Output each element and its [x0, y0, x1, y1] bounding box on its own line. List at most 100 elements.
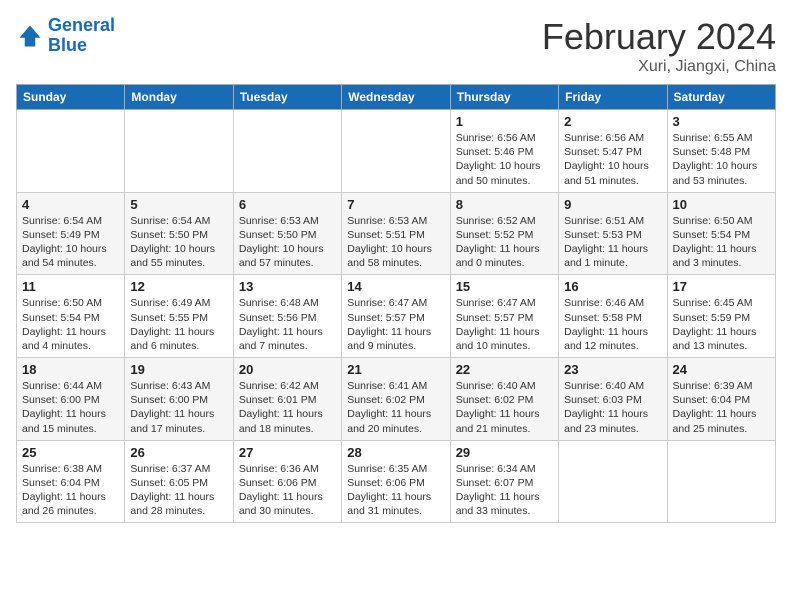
- calendar-cell: 5 Sunrise: 6:54 AM Sunset: 5:50 PM Daylig…: [125, 192, 233, 275]
- weekday-header-monday: Monday: [125, 85, 233, 110]
- day-info: Sunrise: 6:49 AM Sunset: 5:55 PM Dayligh…: [130, 296, 227, 353]
- location: Xuri, Jiangxi, China: [542, 58, 776, 76]
- day-number: 18: [22, 362, 119, 377]
- calendar-week-row: 4 Sunrise: 6:54 AM Sunset: 5:49 PM Daylig…: [17, 192, 776, 275]
- day-info: Sunrise: 6:52 AM Sunset: 5:52 PM Dayligh…: [456, 214, 553, 271]
- day-info: Sunrise: 6:36 AM Sunset: 6:06 PM Dayligh…: [239, 462, 336, 519]
- day-number: 12: [130, 279, 227, 294]
- day-number: 4: [22, 197, 119, 212]
- logo-icon: [16, 22, 44, 50]
- calendar-cell: 8 Sunrise: 6:52 AM Sunset: 5:52 PM Daylig…: [450, 192, 558, 275]
- day-number: 3: [673, 114, 770, 129]
- day-info: Sunrise: 6:44 AM Sunset: 6:00 PM Dayligh…: [22, 379, 119, 436]
- calendar-cell: 27Sunrise: 6:36 AM Sunset: 6:06 PM Dayli…: [233, 440, 341, 523]
- day-number: 19: [130, 362, 227, 377]
- calendar-cell: 11 Sunrise: 6:50 AM Sunset: 5:54 PM Dayli…: [17, 275, 125, 358]
- calendar-cell: 16 Sunrise: 6:46 AM Sunset: 5:58 PM Dayli…: [559, 275, 667, 358]
- calendar-cell: [559, 440, 667, 523]
- calendar-cell: 20 Sunrise: 6:42 AM Sunset: 6:01 PM Dayli…: [233, 358, 341, 441]
- day-number: 26: [130, 445, 227, 460]
- calendar-cell: 25 Sunrise: 6:38 AM Sunset: 6:04 PM Dayli…: [17, 440, 125, 523]
- day-number: 8: [456, 197, 553, 212]
- day-info: Sunrise: 6:35 AM Sunset: 6:06 PM Dayligh…: [347, 462, 444, 519]
- day-number: 29: [456, 445, 553, 460]
- calendar-cell: [342, 110, 450, 193]
- calendar-body: 1Sunrise: 6:56 AM Sunset: 5:46 PM Daylig…: [17, 110, 776, 523]
- calendar-cell: 6 Sunrise: 6:53 AM Sunset: 5:50 PM Daylig…: [233, 192, 341, 275]
- day-info: Sunrise: 6:56 AM Sunset: 5:47 PM Dayligh…: [564, 131, 661, 188]
- day-info: Sunrise: 6:53 AM Sunset: 5:50 PM Dayligh…: [239, 214, 336, 271]
- calendar-week-row: 11 Sunrise: 6:50 AM Sunset: 5:54 PM Dayli…: [17, 275, 776, 358]
- month-title: February 2024: [542, 16, 776, 58]
- calendar-cell: 29 Sunrise: 6:34 AM Sunset: 6:07 PM Dayli…: [450, 440, 558, 523]
- calendar-cell: [233, 110, 341, 193]
- calendar-week-row: 25 Sunrise: 6:38 AM Sunset: 6:04 PM Dayli…: [17, 440, 776, 523]
- day-number: 17: [673, 279, 770, 294]
- calendar-cell: 26 Sunrise: 6:37 AM Sunset: 6:05 PM Dayli…: [125, 440, 233, 523]
- day-number: 6: [239, 197, 336, 212]
- day-info: Sunrise: 6:42 AM Sunset: 6:01 PM Dayligh…: [239, 379, 336, 436]
- calendar-cell: 12 Sunrise: 6:49 AM Sunset: 5:55 PM Dayli…: [125, 275, 233, 358]
- day-info: Sunrise: 6:55 AM Sunset: 5:48 PM Dayligh…: [673, 131, 770, 188]
- day-number: 2: [564, 114, 661, 129]
- calendar-cell: 24 Sunrise: 6:39 AM Sunset: 6:04 PM Dayli…: [667, 358, 775, 441]
- calendar-cell: 23Sunrise: 6:40 AM Sunset: 6:03 PM Dayli…: [559, 358, 667, 441]
- day-number: 20: [239, 362, 336, 377]
- day-number: 11: [22, 279, 119, 294]
- day-number: 25: [22, 445, 119, 460]
- day-info: Sunrise: 6:41 AM Sunset: 6:02 PM Dayligh…: [347, 379, 444, 436]
- calendar-header: SundayMondayTuesdayWednesdayThursdayFrid…: [17, 85, 776, 110]
- calendar-cell: 28Sunrise: 6:35 AM Sunset: 6:06 PM Dayli…: [342, 440, 450, 523]
- day-info: Sunrise: 6:37 AM Sunset: 6:05 PM Dayligh…: [130, 462, 227, 519]
- calendar-cell: 7 Sunrise: 6:53 AM Sunset: 5:51 PM Daylig…: [342, 192, 450, 275]
- day-number: 23: [564, 362, 661, 377]
- calendar-cell: 14Sunrise: 6:47 AM Sunset: 5:57 PM Dayli…: [342, 275, 450, 358]
- day-number: 22: [456, 362, 553, 377]
- day-info: Sunrise: 6:43 AM Sunset: 6:00 PM Dayligh…: [130, 379, 227, 436]
- calendar-table: SundayMondayTuesdayWednesdayThursdayFrid…: [16, 84, 776, 523]
- day-info: Sunrise: 6:45 AM Sunset: 5:59 PM Dayligh…: [673, 296, 770, 353]
- day-number: 14: [347, 279, 444, 294]
- calendar-cell: [17, 110, 125, 193]
- calendar-cell: 13 Sunrise: 6:48 AM Sunset: 5:56 PM Dayli…: [233, 275, 341, 358]
- day-info: Sunrise: 6:39 AM Sunset: 6:04 PM Dayligh…: [673, 379, 770, 436]
- title-block: February 2024 Xuri, Jiangxi, China: [542, 16, 776, 76]
- logo: General Blue: [16, 16, 115, 56]
- logo-line1: General: [48, 15, 115, 35]
- day-info: Sunrise: 6:38 AM Sunset: 6:04 PM Dayligh…: [22, 462, 119, 519]
- day-info: Sunrise: 6:34 AM Sunset: 6:07 PM Dayligh…: [456, 462, 553, 519]
- day-info: Sunrise: 6:50 AM Sunset: 5:54 PM Dayligh…: [673, 214, 770, 271]
- day-info: Sunrise: 6:46 AM Sunset: 5:58 PM Dayligh…: [564, 296, 661, 353]
- calendar-week-row: 18 Sunrise: 6:44 AM Sunset: 6:00 PM Dayli…: [17, 358, 776, 441]
- weekday-header-thursday: Thursday: [450, 85, 558, 110]
- calendar-cell: 17 Sunrise: 6:45 AM Sunset: 5:59 PM Dayli…: [667, 275, 775, 358]
- weekday-header-row: SundayMondayTuesdayWednesdayThursdayFrid…: [17, 85, 776, 110]
- day-number: 5: [130, 197, 227, 212]
- day-info: Sunrise: 6:53 AM Sunset: 5:51 PM Dayligh…: [347, 214, 444, 271]
- logo-line2: Blue: [48, 35, 87, 55]
- weekday-header-wednesday: Wednesday: [342, 85, 450, 110]
- day-info: Sunrise: 6:48 AM Sunset: 5:56 PM Dayligh…: [239, 296, 336, 353]
- day-number: 7: [347, 197, 444, 212]
- day-number: 24: [673, 362, 770, 377]
- day-info: Sunrise: 6:54 AM Sunset: 5:49 PM Dayligh…: [22, 214, 119, 271]
- calendar-cell: 22Sunrise: 6:40 AM Sunset: 6:02 PM Dayli…: [450, 358, 558, 441]
- logo-text: General Blue: [48, 16, 115, 56]
- day-number: 9: [564, 197, 661, 212]
- calendar-cell: [125, 110, 233, 193]
- calendar-cell: 10 Sunrise: 6:50 AM Sunset: 5:54 PM Dayli…: [667, 192, 775, 275]
- page-header: General Blue February 2024 Xuri, Jiangxi…: [16, 16, 776, 76]
- day-info: Sunrise: 6:50 AM Sunset: 5:54 PM Dayligh…: [22, 296, 119, 353]
- calendar-week-row: 1Sunrise: 6:56 AM Sunset: 5:46 PM Daylig…: [17, 110, 776, 193]
- day-number: 13: [239, 279, 336, 294]
- weekday-header-sunday: Sunday: [17, 85, 125, 110]
- day-number: 16: [564, 279, 661, 294]
- day-number: 10: [673, 197, 770, 212]
- weekday-header-friday: Friday: [559, 85, 667, 110]
- day-info: Sunrise: 6:56 AM Sunset: 5:46 PM Dayligh…: [456, 131, 553, 188]
- calendar-cell: 9 Sunrise: 6:51 AM Sunset: 5:53 PM Daylig…: [559, 192, 667, 275]
- calendar-cell: 19 Sunrise: 6:43 AM Sunset: 6:00 PM Dayli…: [125, 358, 233, 441]
- day-number: 21: [347, 362, 444, 377]
- day-info: Sunrise: 6:54 AM Sunset: 5:50 PM Dayligh…: [130, 214, 227, 271]
- day-info: Sunrise: 6:51 AM Sunset: 5:53 PM Dayligh…: [564, 214, 661, 271]
